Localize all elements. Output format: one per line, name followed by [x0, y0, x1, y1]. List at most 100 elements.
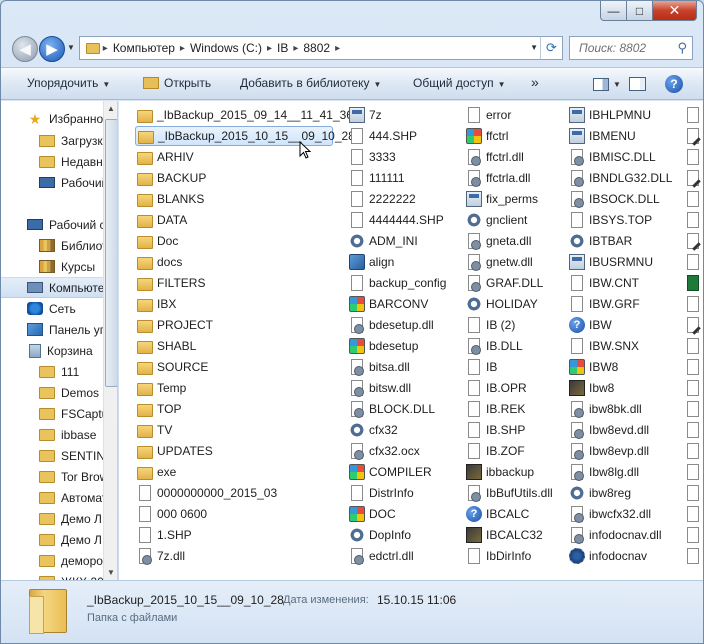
sidebar-item[interactable]: Рабочий стол	[1, 214, 103, 235]
sidebar-item[interactable]: SENTINEL	[1, 445, 103, 466]
file-item[interactable]: ibw8bk.dll	[567, 399, 679, 419]
file-item[interactable]: 000 0600	[135, 504, 333, 524]
folder-item[interactable]: exe	[135, 462, 333, 482]
file-item[interactable]: 7z	[347, 105, 459, 125]
sidebar-item[interactable]: Tor Browser	[1, 466, 103, 487]
file-item[interactable]: ibwcfx32.dll	[567, 504, 679, 524]
file-item[interactable]: IBW8	[567, 357, 679, 377]
file-item[interactable]: 3333	[347, 147, 459, 167]
refresh-button[interactable]: ⟳	[540, 37, 562, 59]
file-item[interactable]: infodocnav.dll	[567, 525, 679, 545]
folder-item[interactable]: UPDATES	[135, 441, 333, 461]
file-item[interactable]: IBUSRMNU	[567, 252, 679, 272]
file-item[interactable]: Ibw8evd.dll	[567, 420, 679, 440]
file-item[interactable]	[683, 336, 703, 356]
folder-item[interactable]: Temp	[135, 378, 333, 398]
file-item[interactable]: 444.SHP	[347, 126, 459, 146]
sidebar-item[interactable]: деморос	[1, 550, 103, 571]
sidebar-item[interactable]: FSCapture	[1, 403, 103, 424]
file-item[interactable]	[683, 378, 703, 398]
file-item[interactable]: bitsw.dll	[347, 378, 459, 398]
breadcrumb-ib[interactable]: IB	[272, 41, 293, 55]
file-item[interactable]	[683, 315, 703, 335]
back-button[interactable]: ◀	[12, 36, 38, 62]
file-item[interactable]: IBSYS.TOP	[567, 210, 679, 230]
sidebar-item[interactable]: Автоматизация	[1, 487, 103, 508]
file-item[interactable]	[683, 399, 703, 419]
file-item[interactable]: DistrInfo	[347, 483, 459, 503]
sidebar-item[interactable]: ibbase	[1, 424, 103, 445]
file-item[interactable]: Ibw8lg.dll	[567, 462, 679, 482]
share-button[interactable]: Общий доступ ▼	[413, 76, 506, 90]
folder-item[interactable]: Doc	[135, 231, 333, 251]
file-item[interactable]: IbBufUtils.dll	[464, 483, 564, 503]
address-bar[interactable]: ▸ Компьютер ▸ Windows (C:) ▸ IB ▸ 8802 ▸…	[79, 36, 563, 60]
file-item[interactable]: IBCALC32	[464, 525, 564, 545]
sidebar-item[interactable]: Панель управления	[1, 319, 103, 340]
folder-item[interactable]: BACKUP	[135, 168, 333, 188]
scroll-down-icon[interactable]: ▼	[107, 568, 115, 577]
file-item[interactable]	[683, 294, 703, 314]
sidebar-item[interactable]: Корзина	[1, 340, 103, 361]
file-item[interactable]: IBTBAR	[567, 231, 679, 251]
file-item[interactable]: bdesetup.dll	[347, 315, 459, 335]
help-button[interactable]: ?	[665, 74, 683, 94]
breadcrumb-computer[interactable]: Компьютер	[108, 41, 180, 55]
file-item[interactable]: IBSOCK.DLL	[567, 189, 679, 209]
more-commands-button[interactable]: »	[531, 74, 539, 90]
sidebar-item[interactable]: ★ Избранное	[1, 108, 103, 129]
file-item[interactable]: gnclient	[464, 210, 564, 230]
file-item[interactable]: infodocnav	[567, 546, 679, 566]
sidebar-item[interactable]: Рабочий стол	[1, 172, 103, 193]
file-item[interactable]: ffctrl	[464, 126, 564, 146]
folder-item[interactable]: SOURCE	[135, 357, 333, 377]
file-item[interactable]	[683, 525, 703, 545]
sidebar-item[interactable]: ЖКХ 20	[1, 571, 103, 580]
file-item[interactable]: ibw8reg	[567, 483, 679, 503]
file-item[interactable]: gnetw.dll	[464, 252, 564, 272]
file-item[interactable]	[683, 252, 703, 272]
file-item[interactable]: 0000000000_2015_03	[135, 483, 333, 503]
forward-button[interactable]: ▶	[39, 36, 65, 62]
file-item[interactable]: DOC	[347, 504, 459, 524]
file-item[interactable]: ? IBW	[567, 315, 679, 335]
navigation-scrollbar[interactable]: ▲ ▼	[103, 101, 117, 580]
file-item[interactable]: ffctrla.dll	[464, 168, 564, 188]
sidebar-item[interactable]: Библиотеки	[1, 235, 103, 256]
folder-item[interactable]: BLANKS	[135, 189, 333, 209]
folder-item[interactable]: DATA	[135, 210, 333, 230]
recent-pages-dropdown[interactable]: ▼	[67, 43, 75, 52]
folder-item[interactable]: TOP	[135, 399, 333, 419]
file-item[interactable]: ffctrl.dll	[464, 147, 564, 167]
file-item[interactable]: IB (2)	[464, 315, 564, 335]
file-item[interactable]	[683, 462, 703, 482]
file-item[interactable]: GRAF.DLL	[464, 273, 564, 293]
sidebar-item[interactable]: Демо Л	[1, 508, 103, 529]
file-item[interactable]: IB.ZOF	[464, 441, 564, 461]
scroll-up-icon[interactable]: ▲	[107, 104, 115, 113]
file-item[interactable]	[683, 126, 703, 146]
file-item[interactable]: ? IBCALC	[464, 504, 564, 524]
file-item[interactable]: IBW.SNX	[567, 336, 679, 356]
file-item[interactable]: 7z.dll	[135, 546, 333, 566]
address-dropdown[interactable]: ▼	[530, 43, 538, 52]
file-item[interactable]: IBHLPMNU	[567, 105, 679, 125]
sidebar-item[interactable]: Загрузки	[1, 130, 103, 151]
file-item[interactable]	[683, 210, 703, 230]
sidebar-item[interactable]: 111	[1, 361, 103, 382]
file-item[interactable]: HOLIDAY	[464, 294, 564, 314]
file-item[interactable]: BARCONV	[347, 294, 459, 314]
file-item[interactable]: ibbackup	[464, 462, 564, 482]
sidebar-item[interactable]: Демо Л	[1, 529, 103, 550]
file-item[interactable]: cfx32	[347, 420, 459, 440]
sidebar-item[interactable]: Сеть	[1, 298, 103, 319]
open-button[interactable]: Открыть	[143, 76, 211, 90]
file-item[interactable]: IBW.GRF	[567, 294, 679, 314]
file-item[interactable]: IbDirInfo	[464, 546, 564, 566]
folder-item[interactable]: docs	[135, 252, 333, 272]
file-item[interactable]	[683, 420, 703, 440]
file-item[interactable]: IB.OPR	[464, 378, 564, 398]
file-item[interactable]: IBW.CNT	[567, 273, 679, 293]
file-item[interactable]: 111111	[347, 168, 459, 188]
maximize-button[interactable]: □	[627, 1, 653, 21]
